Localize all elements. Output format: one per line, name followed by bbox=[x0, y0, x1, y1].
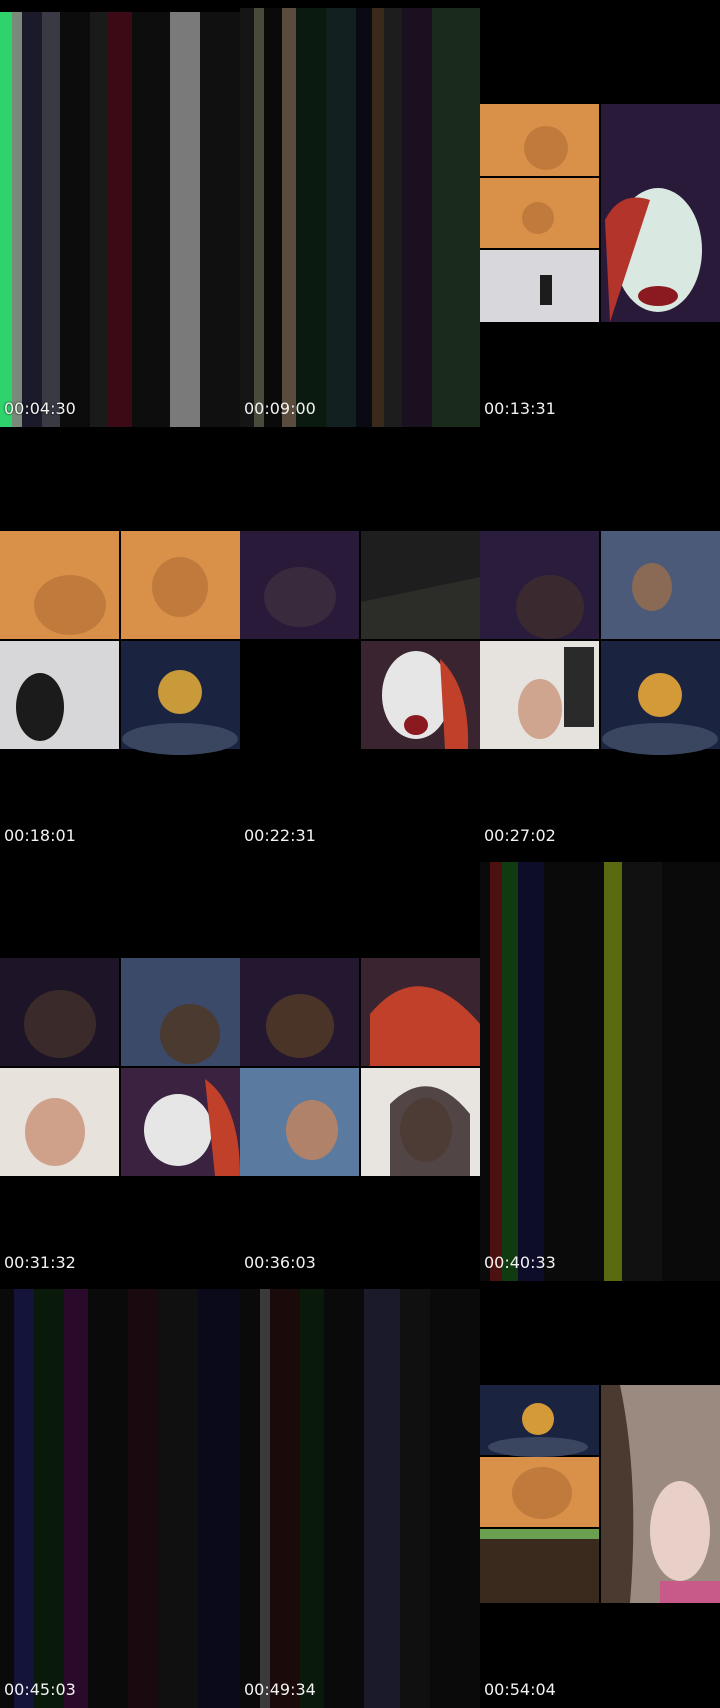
timestamp-label: 00:27:02 bbox=[484, 826, 556, 845]
timestamp-label: 00:13:31 bbox=[484, 399, 556, 418]
timestamp-label: 00:31:32 bbox=[4, 1253, 76, 1272]
glitch-stripes-image: 00:49:34 bbox=[240, 1289, 480, 1708]
thumbnail-4[interactable]: 00:18:01 bbox=[0, 427, 240, 854]
video-call-collage-image: 00:27:02 bbox=[480, 531, 720, 845]
video-call-collage-image: 00:54:04 bbox=[480, 1385, 720, 1699]
timestamp-label: 00:18:01 bbox=[4, 826, 76, 845]
video-call-collage-image: 00:13:31 bbox=[480, 104, 720, 418]
video-call-collage-image: 00:22:31 bbox=[240, 531, 480, 845]
thumbnail-11[interactable]: 00:49:34 bbox=[240, 1281, 480, 1708]
video-call-collage-image: 00:18:01 bbox=[0, 531, 240, 845]
thumbnail-2[interactable]: 00:09:00 bbox=[240, 0, 480, 427]
thumbnail-grid: 00:04:30 00:09:00 00:13:31 00:18:01 00:2… bbox=[0, 0, 720, 1708]
video-call-collage-image: 00:31:32 bbox=[0, 958, 240, 1272]
thumbnail-8[interactable]: 00:36:03 bbox=[240, 854, 480, 1281]
timestamp-label: 00:36:03 bbox=[244, 1253, 316, 1272]
timestamp-label: 00:22:31 bbox=[244, 826, 316, 845]
thumbnail-7[interactable]: 00:31:32 bbox=[0, 854, 240, 1281]
thumbnail-3[interactable]: 00:13:31 bbox=[480, 0, 720, 427]
timestamp-label: 00:04:30 bbox=[4, 399, 76, 418]
timestamp-label: 00:09:00 bbox=[244, 399, 316, 418]
timestamp-label: 00:49:34 bbox=[244, 1680, 316, 1699]
thumbnail-5[interactable]: 00:22:31 bbox=[240, 427, 480, 854]
glitch-stripes-image: 00:40:33 bbox=[480, 862, 720, 1281]
timestamp-label: 00:45:03 bbox=[4, 1680, 76, 1699]
thumbnail-1[interactable]: 00:04:30 bbox=[0, 0, 240, 427]
thumbnail-9[interactable]: 00:40:33 bbox=[480, 854, 720, 1281]
timestamp-label: 00:54:04 bbox=[484, 1680, 556, 1699]
thumbnail-12[interactable]: 00:54:04 bbox=[480, 1281, 720, 1708]
thumbnail-10[interactable]: 00:45:03 bbox=[0, 1281, 240, 1708]
video-call-collage-image: 00:36:03 bbox=[240, 958, 480, 1272]
glitch-stripes-image: 00:45:03 bbox=[0, 1289, 240, 1708]
glitch-stripes-image: 00:04:30 bbox=[0, 12, 240, 427]
timestamp-label: 00:40:33 bbox=[484, 1253, 556, 1272]
thumbnail-6[interactable]: 00:27:02 bbox=[480, 427, 720, 854]
glitch-stripes-image: 00:09:00 bbox=[240, 8, 480, 427]
